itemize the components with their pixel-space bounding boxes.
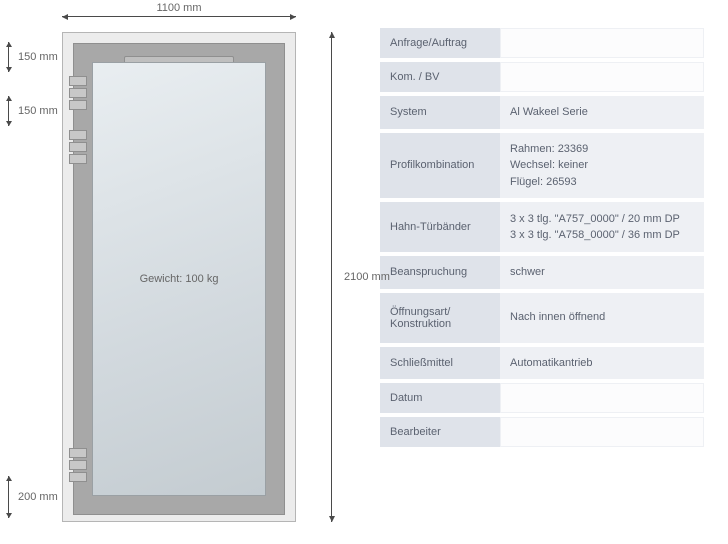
hinge-icon bbox=[69, 154, 87, 164]
spec-value: Automatikantrieb bbox=[500, 347, 704, 380]
door-weight-label: Gewicht: 100 kg bbox=[140, 273, 219, 285]
spec-label: Schließmittel bbox=[380, 347, 500, 380]
hinge-icon bbox=[69, 100, 87, 110]
spec-label: Bearbeiter bbox=[380, 417, 500, 447]
table-row: ProfilkombinationRahmen: 23369Wechsel: k… bbox=[380, 133, 704, 199]
door-leaf: Gewicht: 100 kg bbox=[92, 62, 266, 496]
spec-value: schwer bbox=[500, 256, 704, 289]
table-row: Öffnungsart/ KonstruktionNach innen öffn… bbox=[380, 293, 704, 343]
spec-value bbox=[500, 417, 704, 447]
hinge-icon bbox=[69, 472, 87, 482]
hinge-icon bbox=[69, 88, 87, 98]
hinge-icon bbox=[69, 142, 87, 152]
hinge-icon bbox=[69, 448, 87, 458]
spec-value: 3 x 3 tlg. "A757_0000" / 20 mm DP3 x 3 t… bbox=[500, 202, 704, 252]
spec-label: System bbox=[380, 96, 500, 129]
layout: 1100 mm 2100 mm Gewicht: 100 kg bbox=[0, 0, 728, 544]
table-row: Anfrage/Auftrag bbox=[380, 28, 704, 58]
dim-hinge-bottom: 200 mm bbox=[8, 476, 56, 518]
spec-value: Rahmen: 23369Wechsel: keinerFlügel: 2659… bbox=[500, 133, 704, 199]
spec-value-line: 3 x 3 tlg. "A757_0000" / 20 mm DP bbox=[510, 211, 694, 228]
spec-value-line: 3 x 3 tlg. "A758_0000" / 36 mm DP bbox=[510, 227, 694, 244]
door-frame-inner: Gewicht: 100 kg bbox=[73, 43, 285, 515]
spec-panel: Anfrage/Auftrag Kom. / BV SystemAl Wakeel … bbox=[380, 0, 720, 544]
door-frame-outer: Gewicht: 100 kg bbox=[62, 32, 296, 522]
table-row: SchließmittelAutomatikantrieb bbox=[380, 347, 704, 380]
spec-value-line: Flügel: 26593 bbox=[510, 174, 694, 191]
dim-width-label: 1100 mm bbox=[152, 2, 205, 14]
spec-value: Nach innen öffnend bbox=[500, 293, 704, 343]
spec-label: Anfrage/Auftrag bbox=[380, 28, 500, 58]
table-row: Hahn-Türbänder3 x 3 tlg. "A757_0000" / 2… bbox=[380, 202, 704, 252]
spec-label: Profilkombination bbox=[380, 133, 500, 199]
dim-height-label: 2100 mm bbox=[344, 271, 390, 283]
table-row: Beanspruchungschwer bbox=[380, 256, 704, 289]
spec-value: Al Wakeel Serie bbox=[500, 96, 704, 129]
hinge-icon bbox=[69, 130, 87, 140]
hinge-icon bbox=[69, 460, 87, 470]
dim-width: 1100 mm bbox=[62, 8, 296, 24]
spec-value-line: Wechsel: keiner bbox=[510, 157, 694, 174]
spec-label: Kom. / BV bbox=[380, 62, 500, 92]
hinge-icon bbox=[69, 76, 87, 86]
spec-label: Beanspruchung bbox=[380, 256, 500, 289]
table-row: Kom. / BV bbox=[380, 62, 704, 92]
dim-hinge-top1: 150 mm bbox=[8, 42, 56, 72]
table-row: Bearbeiter bbox=[380, 417, 704, 447]
dim-hinge-top2: 150 mm bbox=[8, 96, 56, 126]
spec-value bbox=[500, 28, 704, 58]
spec-value-line: Rahmen: 23369 bbox=[510, 141, 694, 158]
spec-label: Öffnungsart/ Konstruktion bbox=[380, 293, 500, 343]
spec-table: Anfrage/Auftrag Kom. / BV SystemAl Wakeel … bbox=[380, 28, 704, 447]
spec-label: Hahn-Türbänder bbox=[380, 202, 500, 252]
spec-label: Datum bbox=[380, 383, 500, 413]
table-row: SystemAl Wakeel Serie bbox=[380, 96, 704, 129]
dim-height: 2100 mm bbox=[324, 32, 340, 522]
door-diagram: 1100 mm 2100 mm Gewicht: 100 kg bbox=[0, 0, 380, 544]
spec-value bbox=[500, 62, 704, 92]
table-row: Datum bbox=[380, 383, 704, 413]
spec-value bbox=[500, 383, 704, 413]
